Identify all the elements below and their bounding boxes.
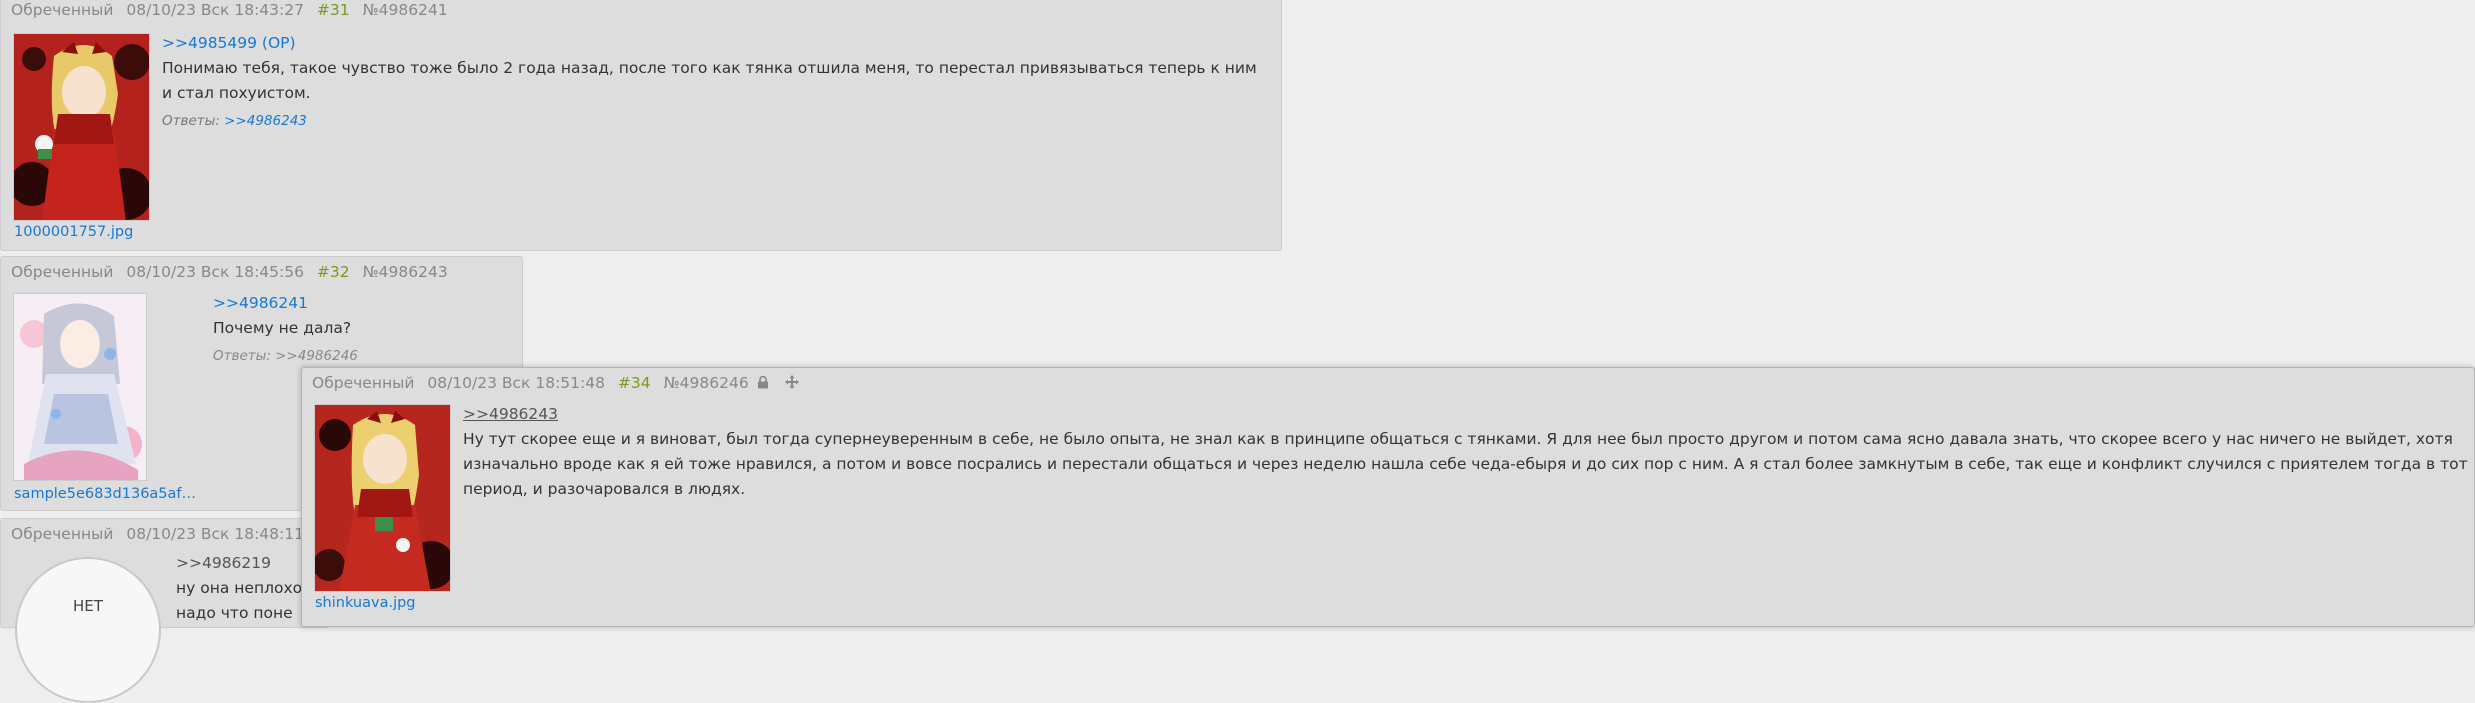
post-preview-popup-4986246: Обреченный 08/10/23 Вск 18:51:48 #34 №49… [301, 367, 2475, 627]
post-file-name-link[interactable]: shinkuava.jpg [315, 595, 465, 611]
post-message: >>4986243 Ну тут скорее еще и я виноват,… [463, 402, 2468, 502]
post-4986241: Обреченный 08/10/23 Вск 18:43:27 #31 №49… [0, 0, 1282, 251]
post-id-link[interactable]: №4986243 [363, 263, 448, 281]
post-text-line: Понимаю тебя, такое чувство тоже было 2 … [162, 59, 1257, 77]
answers-label: Ответы: [162, 113, 220, 129]
post-text-line: и стал похуистом. [162, 84, 311, 102]
lock-icon[interactable] [757, 375, 769, 393]
answers-label: Ответы: [213, 348, 271, 364]
post-number-link[interactable]: #34 [618, 374, 651, 392]
post-author: Обреченный [11, 263, 114, 281]
answer-link[interactable]: >>4986243 [224, 113, 307, 129]
post-number-link[interactable]: #32 [317, 263, 350, 281]
post-answers: Ответы: >>4986246 [213, 344, 513, 369]
post-image-thumbnail[interactable] [13, 33, 150, 221]
no-image-label: НЕТ [73, 597, 103, 615]
post-author: Обреченный [11, 525, 114, 543]
post-text-line: Ну тут скорее еще и я виноват, был тогда… [463, 430, 2453, 448]
reply-to-link[interactable]: >>4985499 (OP) [162, 31, 1267, 56]
post-id-link[interactable]: №4986241 [363, 1, 448, 19]
reply-to-link[interactable]: >>4986241 [213, 291, 513, 316]
post-file-name-link[interactable]: sample5e683d136a5af853... [14, 486, 204, 502]
post-number-link[interactable]: #31 [317, 1, 350, 19]
post-message: >>4986241 Почему не дала? Ответы: >>4986… [213, 291, 513, 369]
post-partial: Обреченный 08/10/23 Вск 18:48:11 НЕТ >>4… [0, 518, 330, 703]
post-text-line: период, и разочаровался в людях. [463, 480, 746, 498]
post-datetime: 08/10/23 Вск 18:43:27 [126, 1, 304, 19]
post-image-thumbnail[interactable] [314, 404, 451, 592]
anime-doll-red-dress-image [315, 405, 450, 591]
no-image-placeholder: НЕТ [15, 557, 161, 703]
post-image-thumbnail[interactable] [13, 293, 147, 481]
post-author: Обреченный [11, 1, 114, 19]
post-author: Обреченный [312, 374, 415, 392]
anime-doll-red-dress-image [14, 34, 149, 220]
post-message: >>4985499 (OP) Понимаю тебя, такое чувст… [162, 31, 1267, 134]
answer-link[interactable]: >>4986246 [275, 348, 358, 364]
post-details: Обреченный 08/10/23 Вск 18:43:27 #31 №49… [11, 1, 456, 19]
post-details: Обреченный 08/10/23 Вск 18:51:48 #34 №49… [312, 374, 807, 393]
post-datetime: 08/10/23 Вск 18:45:56 [126, 263, 304, 281]
post-datetime: 08/10/23 Вск 18:48:11 [126, 525, 304, 543]
post-datetime: 08/10/23 Вск 18:51:48 [427, 374, 605, 392]
post-text-line: Почему не дала? [213, 319, 352, 337]
reply-to-link[interactable]: >>4986243 [463, 402, 2458, 427]
post-file-name-link[interactable]: 1000001757.jpg [14, 224, 164, 240]
move-icon[interactable] [784, 375, 799, 393]
post-text-line: изначально вроде как я ей тоже нравился,… [463, 455, 2468, 473]
anime-doll-white-dress-image [14, 294, 146, 480]
post-answers: Ответы: >>4986243 [162, 109, 1267, 134]
post-id-link[interactable]: №4986246 [664, 374, 749, 392]
post-details: Обреченный 08/10/23 Вск 18:48:11 [11, 525, 312, 543]
post-details: Обреченный 08/10/23 Вск 18:45:56 #32 №49… [11, 263, 456, 281]
